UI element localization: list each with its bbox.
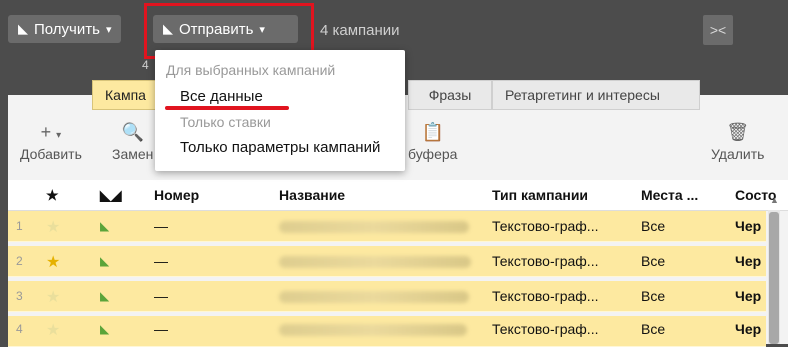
row-number: 2 bbox=[16, 254, 23, 268]
campaign-number: — bbox=[154, 218, 168, 234]
campaign-name-blurred[interactable] bbox=[279, 290, 469, 306]
campaign-status: Чер bbox=[735, 288, 762, 304]
campaign-places: Все bbox=[641, 253, 666, 269]
star-column-icon[interactable]: ★ bbox=[46, 187, 59, 204]
row-number: 4 bbox=[16, 322, 23, 336]
add-label: Добавить bbox=[20, 146, 82, 162]
campaign-number: — bbox=[154, 253, 168, 269]
campaign-name-blurred[interactable] bbox=[279, 220, 469, 236]
menu-item-campaign-params[interactable]: Только параметры кампаний bbox=[180, 139, 380, 156]
campaign-number: — bbox=[154, 321, 168, 337]
star-icon[interactable]: ★ bbox=[46, 287, 60, 307]
tab-label: Ретаргетинг и интересы bbox=[505, 87, 660, 103]
scrollbar-thumb[interactable] bbox=[769, 212, 779, 344]
star-icon[interactable]: ★ bbox=[46, 252, 60, 272]
campaign-type: Текстово-граф... bbox=[492, 218, 599, 234]
campaign-status: Чер bbox=[735, 321, 762, 337]
tab-phrases[interactable]: Фразы bbox=[408, 80, 492, 110]
delete-label: Удалить bbox=[711, 146, 765, 162]
campaign-status: Чер bbox=[735, 218, 762, 234]
highlight-underline bbox=[165, 106, 289, 110]
campaign-type: Текстово-граф... bbox=[492, 321, 599, 337]
header-name[interactable]: Название bbox=[279, 187, 345, 203]
scroll-up-icon[interactable]: ▲ bbox=[770, 195, 779, 205]
delete-button[interactable]: 🗑 Удалить bbox=[711, 122, 764, 162]
star-icon[interactable]: ★ bbox=[46, 217, 60, 237]
get-button-label: Получить bbox=[34, 20, 100, 38]
collapse-button[interactable]: >< bbox=[703, 15, 733, 45]
paste-clipboard-button[interactable]: 📋 буфера bbox=[408, 122, 457, 162]
campaign-name-blurred[interactable] bbox=[279, 323, 467, 339]
replace-label: Замен bbox=[112, 146, 154, 162]
tab-label: Фразы bbox=[428, 87, 472, 103]
flag-icon: ◣ bbox=[100, 289, 110, 303]
replace-button[interactable]: 🔍 Замен bbox=[112, 122, 153, 162]
tab-label: Кампа bbox=[105, 87, 146, 103]
get-icon: ◣ bbox=[18, 21, 28, 36]
campaign-places: Все bbox=[641, 321, 666, 337]
clipboard-icon: 📋 bbox=[421, 122, 444, 142]
header-number[interactable]: Номер bbox=[154, 187, 199, 203]
collapse-icon: >< bbox=[709, 22, 727, 38]
campaign-number: — bbox=[154, 288, 168, 304]
campaign-count: 4 кампании bbox=[320, 22, 400, 39]
campaign-type: Текстово-граф... bbox=[492, 253, 599, 269]
add-button[interactable]: + ▾ Добавить bbox=[20, 122, 82, 162]
star-icon[interactable]: ★ bbox=[46, 320, 60, 340]
dropdown-header: Для выбранных кампаний bbox=[166, 62, 336, 78]
campaign-name-blurred[interactable] bbox=[279, 255, 471, 271]
flag-column-icon[interactable]: ◣◢ bbox=[100, 187, 122, 204]
search-icon: 🔍 bbox=[121, 122, 144, 142]
menu-item-all-data[interactable]: Все данные bbox=[180, 88, 263, 105]
tab-campaigns[interactable]: Кампа bbox=[92, 80, 158, 110]
trash-icon: 🗑 bbox=[726, 122, 750, 142]
tab-retargeting[interactable]: Ретаргетинг и интересы bbox=[492, 80, 700, 110]
chevron-down-icon: ▾ bbox=[105, 23, 112, 36]
menu-item-only-bids[interactable]: Только ставки bbox=[180, 114, 271, 130]
campaign-status: Чер bbox=[735, 253, 762, 269]
header-type[interactable]: Тип кампании bbox=[492, 187, 588, 203]
small-count: 4 bbox=[142, 58, 149, 72]
plus-icon: + ▾ bbox=[40, 122, 62, 142]
clipboard-label: буфера bbox=[408, 146, 458, 162]
flag-icon: ◣ bbox=[100, 322, 110, 336]
flag-icon: ◣ bbox=[100, 219, 110, 233]
campaign-type: Текстово-граф... bbox=[492, 288, 599, 304]
flag-icon: ◣ bbox=[100, 254, 110, 268]
row-number: 3 bbox=[16, 289, 23, 303]
get-button[interactable]: ◣ Получить ▾ bbox=[8, 15, 122, 43]
campaign-places: Все bbox=[641, 288, 666, 304]
campaign-places: Все bbox=[641, 218, 666, 234]
header-places[interactable]: Места ... bbox=[641, 187, 698, 203]
row-number: 1 bbox=[16, 219, 23, 233]
